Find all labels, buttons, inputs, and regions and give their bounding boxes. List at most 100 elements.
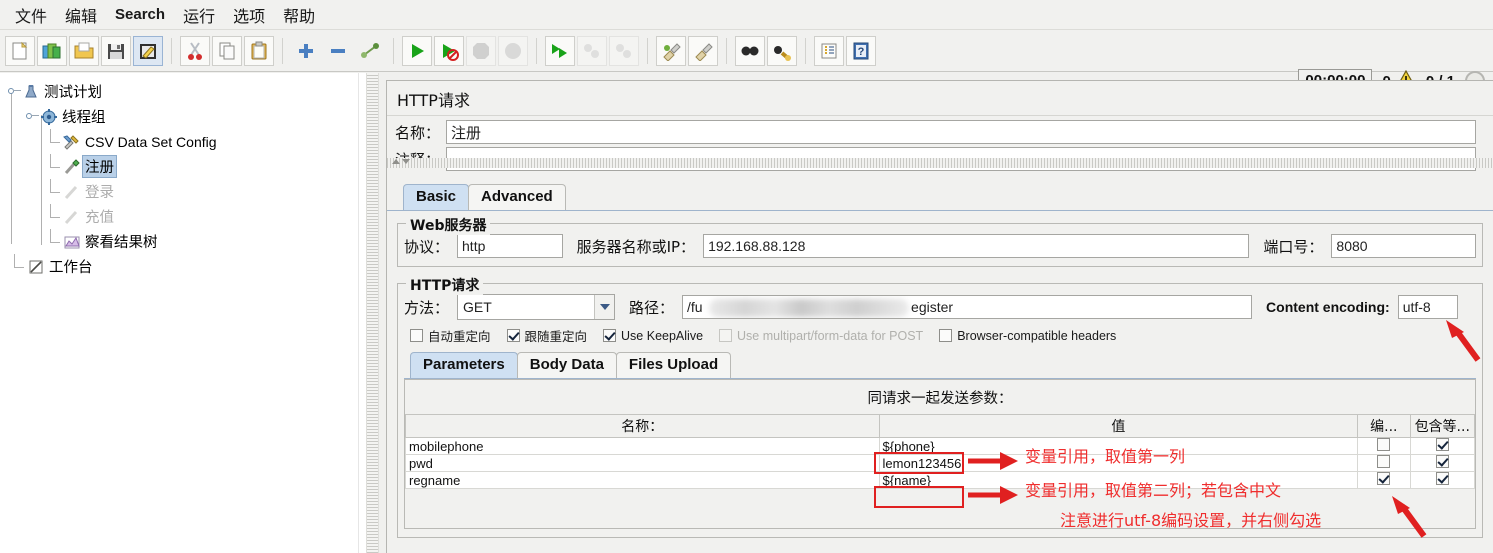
toolbar-separator	[282, 37, 283, 64]
function-helper-icon[interactable]	[814, 35, 844, 66]
checkbox-box[interactable]	[1435, 472, 1449, 485]
tree-connector	[44, 204, 62, 229]
cell-param-name[interactable]: regname	[405, 471, 880, 489]
clear-icon[interactable]	[656, 35, 686, 66]
tree-node-login-sampler[interactable]: 登录	[4, 179, 358, 204]
checkbox-auto-redirect[interactable]: 自动重定向	[410, 326, 491, 345]
tree-connector	[44, 129, 62, 154]
expand-handle-icon[interactable]	[8, 85, 21, 98]
menu-item-help[interactable]: 帮助	[274, 1, 324, 29]
horizontal-splitter[interactable]	[387, 158, 1493, 168]
menu-item-edit[interactable]: 编辑	[56, 1, 106, 29]
page-title: HTTP请求	[387, 81, 1493, 116]
cell-include-equals[interactable]	[1409, 471, 1475, 489]
tree-scrollbar[interactable]	[358, 73, 366, 553]
checkbox-follow-redirect[interactable]: 跟随重定向	[506, 326, 587, 345]
port-input[interactable]: 8080	[1331, 234, 1476, 258]
menu-item-options[interactable]: 选项	[224, 1, 274, 29]
toggle-icon[interactable]	[355, 36, 385, 66]
method-select[interactable]: GET	[457, 294, 616, 320]
content-encoding-input[interactable]: utf-8	[1397, 295, 1458, 319]
splitter-arrows[interactable]	[392, 159, 410, 164]
cut-icon[interactable]	[180, 35, 210, 66]
expand-icon[interactable]	[291, 36, 321, 66]
cell-encode[interactable]	[1357, 471, 1411, 489]
open-icon[interactable]	[69, 35, 99, 66]
cell-encode[interactable]	[1357, 437, 1411, 455]
column-header-value[interactable]: 值	[878, 414, 1359, 438]
path-input[interactable]: /fu egister	[682, 295, 1253, 319]
parameters-table[interactable]: 名称： 值 编... 包含等... mobilephone ${phone} p…	[405, 414, 1475, 489]
tab-parameters[interactable]: Parameters	[410, 352, 518, 378]
checkbox-box[interactable]	[410, 329, 423, 342]
collapse-icon[interactable]	[323, 36, 353, 66]
new-icon[interactable]	[5, 35, 35, 66]
cell-param-name[interactable]: pwd	[405, 454, 880, 472]
jmeter-window: 文件 编辑 Search 运行 选项 帮助 ? 测试计划 线程组 CSV Dat…	[0, 0, 1493, 553]
table-row[interactable]: mobilephone ${phone}	[405, 437, 1475, 455]
tab-files-upload[interactable]: Files Upload	[615, 352, 732, 378]
chevron-up-icon[interactable]	[392, 159, 400, 164]
tab-body-data[interactable]: Body Data	[516, 352, 617, 378]
tree-node-test-plan[interactable]: 测试计划	[4, 79, 358, 104]
start-icon[interactable]	[402, 35, 432, 66]
checkbox-use-keepalive[interactable]: Use KeepAlive	[603, 329, 703, 343]
checkbox-box[interactable]	[1377, 455, 1391, 468]
column-header-include-equals[interactable]: 包含等...	[1409, 414, 1475, 438]
tree-node-register-sampler[interactable]: 注册	[4, 154, 358, 179]
cell-param-value[interactable]: ${name}	[878, 471, 1359, 489]
view-results-tree-icon	[62, 233, 82, 251]
edit-icon[interactable]	[133, 35, 163, 66]
help-icon[interactable]: ?	[846, 35, 876, 66]
http-sampler-disabled-icon	[62, 183, 82, 201]
tree-node-recharge-sampler[interactable]: 充值	[4, 204, 358, 229]
server-name-input[interactable]: 192.168.88.128	[703, 234, 1250, 258]
column-header-name[interactable]: 名称：	[405, 414, 880, 438]
menu-item-run[interactable]: 运行	[174, 1, 224, 29]
search-icon[interactable]	[735, 35, 765, 66]
name-input[interactable]: 注册	[446, 120, 1477, 144]
menu-item-search[interactable]: Search	[106, 4, 174, 25]
clear-all-icon[interactable]	[688, 35, 718, 66]
stop-icon	[466, 35, 496, 66]
protocol-input[interactable]: http	[457, 234, 563, 258]
checkbox-box[interactable]	[1435, 438, 1449, 451]
cell-param-value[interactable]: lemon123456	[878, 454, 1359, 472]
checkbox-box[interactable]	[1377, 438, 1391, 451]
search-reset-icon[interactable]	[767, 35, 797, 66]
test-plan-tree-panel[interactable]: 测试计划 线程组 CSV Data Set Config 注册 登录 充值 察看…	[0, 73, 358, 553]
tree-node-thread-group[interactable]: 线程组	[4, 104, 358, 129]
tree-node-csv-data-set-config[interactable]: CSV Data Set Config	[4, 129, 358, 154]
vertical-splitter[interactable]	[366, 73, 379, 553]
checkbox-box[interactable]	[603, 329, 617, 342]
table-row[interactable]: regname ${name}	[405, 471, 1475, 489]
checkbox-box[interactable]	[1435, 455, 1449, 468]
test-plan-tree: 测试计划 线程组 CSV Data Set Config 注册 登录 充值 察看…	[0, 73, 358, 279]
tree-node-workbench[interactable]: 工作台	[4, 254, 358, 279]
chevron-down-icon[interactable]	[594, 295, 615, 319]
checkbox-box[interactable]	[506, 329, 520, 342]
templates-icon[interactable]	[37, 35, 67, 66]
tab-advanced[interactable]: Advanced	[468, 184, 566, 210]
remote-start-all-icon[interactable]	[545, 35, 575, 66]
cell-param-value[interactable]: ${phone}	[878, 437, 1359, 455]
cell-include-equals[interactable]	[1409, 437, 1475, 455]
start-no-pauses-icon[interactable]	[434, 35, 464, 66]
checkbox-box[interactable]	[939, 329, 953, 342]
checkbox-browser-compatible-headers[interactable]: Browser-compatible headers	[939, 329, 1116, 343]
column-header-encode[interactable]: 编...	[1357, 414, 1411, 438]
chevron-down-icon[interactable]	[402, 159, 410, 164]
copy-icon[interactable]	[212, 35, 242, 66]
cell-encode[interactable]	[1357, 454, 1411, 472]
checkbox-box[interactable]	[1377, 472, 1391, 485]
save-icon[interactable]	[101, 35, 131, 66]
tab-basic[interactable]: Basic	[403, 184, 470, 210]
table-row[interactable]: pwd lemon123456	[405, 454, 1475, 472]
cell-param-name[interactable]: mobilephone	[405, 437, 880, 455]
cell-include-equals[interactable]	[1409, 454, 1475, 472]
menu-item-file[interactable]: 文件	[6, 1, 56, 29]
paste-icon[interactable]	[244, 35, 274, 66]
web-server-group: Web服务器 协议： http 服务器名称或IP： 192.168.88.128…	[397, 215, 1483, 267]
tree-node-view-results-tree[interactable]: 察看结果树	[4, 229, 358, 254]
expand-handle-icon[interactable]	[26, 110, 39, 123]
